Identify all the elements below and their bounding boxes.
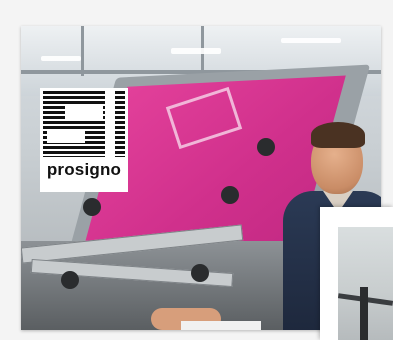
prosigno-s-logo-icon [43,91,125,157]
photo-light [41,56,81,61]
photo-light [171,48,221,54]
page: prosigno [0,0,393,340]
press-knob [61,271,79,289]
press-knob [83,198,101,216]
photo-light [281,38,341,43]
secondary-photo-thumbnail[interactable] [320,207,393,340]
prosigno-logo[interactable]: prosigno [40,88,128,192]
thumbnail-image [338,227,393,340]
paper-sheet [181,321,261,330]
logo-text: prosigno [46,160,122,179]
press-knob [257,138,275,156]
person-hair [311,122,365,148]
photo-beam [81,26,84,76]
press-knob [191,264,209,282]
press-knob [221,186,239,204]
